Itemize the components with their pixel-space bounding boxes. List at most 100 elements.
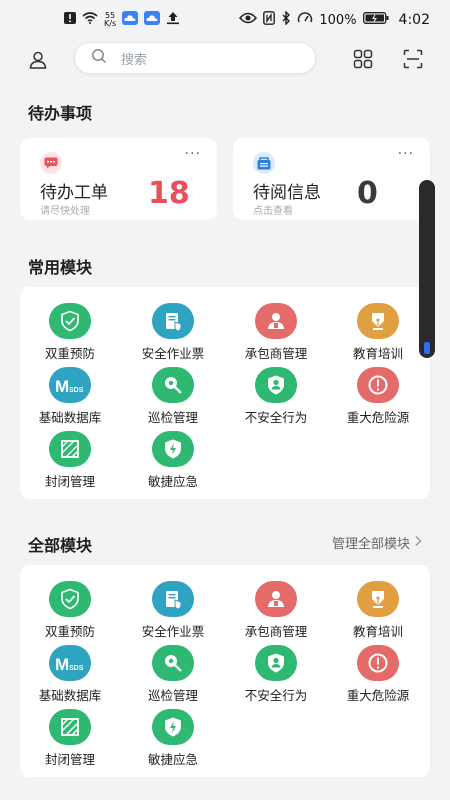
module-label: 教育培训 xyxy=(352,624,403,639)
cloud-sync-icon xyxy=(144,11,161,29)
module-label: 不安全行为 xyxy=(244,410,308,425)
module-label: 巡检管理 xyxy=(147,688,198,703)
card-title: 待阅信息 xyxy=(253,183,321,203)
module-label: 基础数据库 xyxy=(38,410,102,425)
module-2[interactable]: 安全作业票 xyxy=(123,303,223,367)
module-10[interactable]: 敏捷应急 xyxy=(123,709,223,773)
contractor-icon xyxy=(255,581,297,617)
more-icon[interactable]: ··· xyxy=(398,146,414,162)
pending-workorder-card[interactable]: ··· 待办工单 请尽快处理 18 xyxy=(20,138,217,220)
pen-icon xyxy=(357,303,399,339)
battery-icon xyxy=(362,12,389,28)
pen-icon xyxy=(357,581,399,617)
module-9[interactable]: 封闭管理 xyxy=(20,431,120,495)
section-title-all: 全部模块 xyxy=(28,536,93,555)
ticket-icon xyxy=(152,303,194,339)
manage-all-modules-link[interactable]: 管理全部模块 xyxy=(332,533,422,552)
workorder-count: 18 xyxy=(148,176,190,211)
top-bar: 搜索 xyxy=(0,40,450,80)
pending-read-card[interactable]: ··· 待阅信息 点击查看 0 xyxy=(233,138,430,220)
module-label: 安全作业票 xyxy=(141,346,205,361)
status-bar: 55 K/s 100% 4:02 xyxy=(0,0,450,40)
clock: 4:02 xyxy=(398,12,430,28)
msds-icon: M SDS xyxy=(49,645,91,681)
scrollbar[interactable] xyxy=(419,180,435,358)
search-icon xyxy=(91,48,107,68)
doc-icon xyxy=(253,152,275,174)
module-label: 双重预防 xyxy=(44,624,95,639)
module-9[interactable]: 封闭管理 xyxy=(20,709,120,773)
module-2[interactable]: 安全作业票 xyxy=(123,581,223,645)
svg-text:SDS: SDS xyxy=(69,665,84,672)
inspection-icon xyxy=(152,645,194,681)
alert-icon xyxy=(357,367,399,403)
module-label: 基础数据库 xyxy=(38,688,102,703)
svg-text:M: M xyxy=(55,655,69,674)
module-label: 封闭管理 xyxy=(44,474,95,489)
more-icon[interactable]: ··· xyxy=(185,146,201,162)
module-label: 敏捷应急 xyxy=(147,752,198,767)
section-title-pending: 待办事项 xyxy=(28,104,93,123)
common-modules-panel: 双重预防 安全作业票 承包商管理 教育培训 M SDS 基础数据库 巡检管理 不安全行为 重大危险… xyxy=(20,287,430,499)
chevron-right-icon xyxy=(414,535,422,551)
module-8[interactable]: 重大危险源 xyxy=(328,645,428,709)
module-8[interactable]: 重大危险源 xyxy=(328,367,428,431)
apps-grid-icon[interactable] xyxy=(350,46,376,72)
module-4[interactable]: 教育培训 xyxy=(328,581,428,645)
message-icon xyxy=(40,152,62,174)
person-shield-icon xyxy=(255,367,297,403)
module-label: 巡检管理 xyxy=(147,410,198,425)
module-label: 敏捷应急 xyxy=(147,474,198,489)
notification-icon xyxy=(64,12,76,28)
closed-area-icon xyxy=(49,709,91,745)
module-label: 不安全行为 xyxy=(244,688,308,703)
speedometer-icon xyxy=(297,11,313,29)
manage-link-label: 管理全部模块 xyxy=(331,537,410,552)
wifi-icon xyxy=(82,12,98,28)
eye-icon xyxy=(239,12,258,28)
status-right: 100% 4:02 xyxy=(239,10,430,29)
nfc-icon xyxy=(263,11,276,29)
search-bar[interactable]: 搜索 xyxy=(74,42,316,74)
module-7[interactable]: 不安全行为 xyxy=(226,367,326,431)
card-subtitle: 点击查看 xyxy=(253,206,293,217)
card-subtitle: 请尽快处理 xyxy=(40,206,90,217)
shield-check-icon xyxy=(49,303,91,339)
bluetooth-icon xyxy=(281,10,291,29)
net-speed: 55 K/s xyxy=(104,12,116,28)
msds-icon: M SDS xyxy=(49,367,91,403)
all-modules-panel: 双重预防 安全作业票 承包商管理 教育培训 M SDS 基础数据库 巡检管理 不安全行为 重大危险… xyxy=(20,565,430,777)
module-6[interactable]: 巡检管理 xyxy=(123,645,223,709)
search-input[interactable]: 搜索 xyxy=(121,49,147,68)
module-1[interactable]: 双重预防 xyxy=(20,581,120,645)
module-label: 重大危险源 xyxy=(346,410,410,425)
scrollbar-thumb[interactable] xyxy=(424,342,430,354)
module-4[interactable]: 教育培训 xyxy=(328,303,428,367)
ticket-icon xyxy=(152,581,194,617)
svg-text:SDS: SDS xyxy=(69,387,84,394)
module-label: 封闭管理 xyxy=(44,752,95,767)
contractor-icon xyxy=(255,303,297,339)
module-5[interactable]: M SDS 基础数据库 xyxy=(20,367,120,431)
module-10[interactable]: 敏捷应急 xyxy=(123,431,223,495)
battery-percent: 100% xyxy=(319,12,357,28)
module-label: 双重预防 xyxy=(44,346,95,361)
module-7[interactable]: 不安全行为 xyxy=(226,645,326,709)
upload-icon xyxy=(166,11,180,29)
emergency-icon xyxy=(152,709,194,745)
module-5[interactable]: M SDS 基础数据库 xyxy=(20,645,120,709)
scan-icon[interactable] xyxy=(400,46,426,72)
module-3[interactable]: 承包商管理 xyxy=(226,581,326,645)
section-title-common: 常用模块 xyxy=(28,258,93,277)
module-label: 教育培训 xyxy=(352,346,403,361)
cloud-icon xyxy=(122,11,139,29)
shield-check-icon xyxy=(49,581,91,617)
module-6[interactable]: 巡检管理 xyxy=(123,367,223,431)
module-1[interactable]: 双重预防 xyxy=(20,303,120,367)
emergency-icon xyxy=(152,431,194,467)
user-icon[interactable] xyxy=(24,46,52,74)
closed-area-icon xyxy=(49,431,91,467)
module-3[interactable]: 承包商管理 xyxy=(226,303,326,367)
person-shield-icon xyxy=(255,645,297,681)
module-label: 承包商管理 xyxy=(244,346,308,361)
